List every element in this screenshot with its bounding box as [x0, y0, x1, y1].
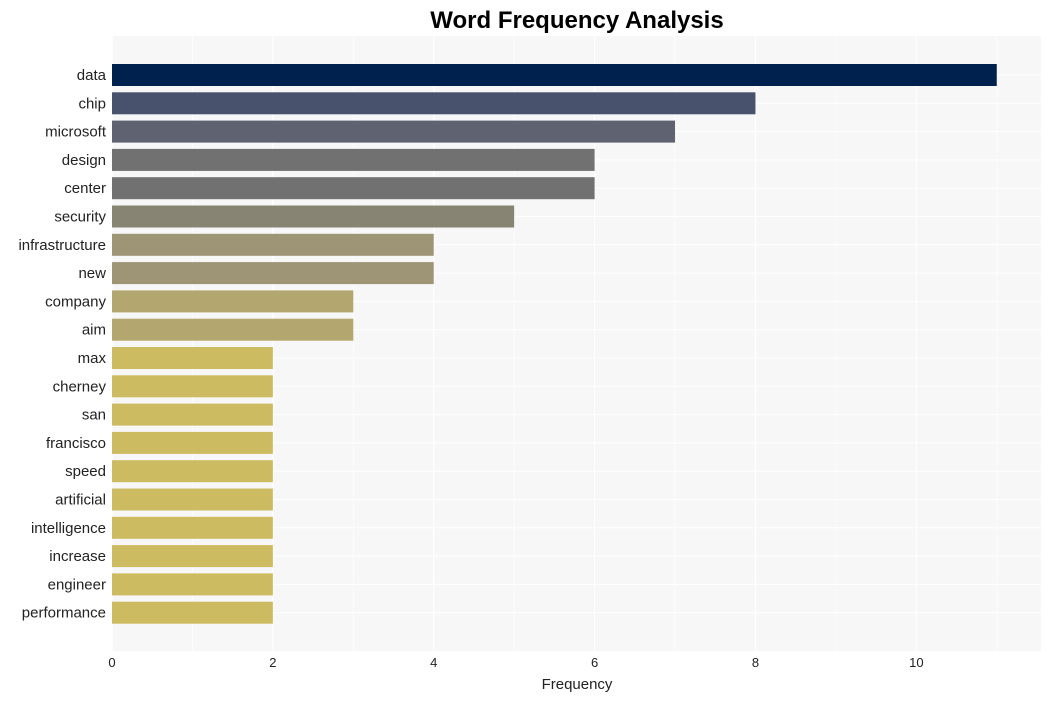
bar-microsoft: [112, 120, 676, 143]
y-tick-label: center: [64, 180, 106, 197]
bar-artificial: [112, 488, 273, 511]
y-tick-label: data: [77, 67, 107, 84]
y-tick-label: performance: [22, 605, 106, 622]
y-tick-label: company: [45, 293, 106, 310]
bar-center: [112, 177, 595, 200]
bar-increase: [112, 545, 273, 568]
y-tick-label: cherney: [53, 378, 107, 395]
bar-francisco: [112, 431, 273, 454]
bar-data: [112, 64, 997, 86]
bar-company: [112, 290, 354, 313]
bar-san: [112, 403, 273, 426]
y-tick-label: aim: [82, 322, 106, 339]
bar-max: [112, 347, 273, 369]
chart-title: Word Frequency Analysis: [430, 7, 723, 34]
x-tick-label: 8: [752, 655, 759, 670]
y-tick-label: san: [82, 407, 106, 424]
y-tick-label: security: [54, 209, 106, 226]
x-tick-label: 4: [430, 655, 437, 670]
bar-design: [112, 148, 595, 171]
y-tick-label: francisco: [46, 435, 106, 452]
y-tick-label: artificial: [55, 492, 106, 509]
y-tick-label: chip: [78, 95, 106, 112]
bar-security: [112, 205, 515, 228]
bar-speed: [112, 460, 273, 483]
x-axis-ticks: 0 2 4 6 8 10: [108, 655, 923, 670]
x-tick-label: 6: [591, 655, 598, 670]
y-tick-label: infrastructure: [18, 237, 106, 254]
bar-intelligence: [112, 516, 273, 539]
y-axis-labels: data chip microsoft design center security inf…: [18, 67, 106, 622]
y-tick-label: max: [78, 350, 107, 367]
y-tick-label: engineer: [48, 576, 106, 593]
bar-engineer: [112, 573, 273, 596]
y-tick-label: new: [78, 265, 106, 282]
bar-infrastructure: [112, 233, 434, 256]
y-tick-label: design: [62, 152, 106, 169]
x-tick-label: 2: [269, 655, 276, 670]
y-tick-label: intelligence: [31, 520, 106, 537]
bar-performance: [112, 601, 273, 624]
y-tick-label: microsoft: [45, 124, 107, 141]
x-axis-label: Frequency: [542, 676, 613, 693]
bar-cherney: [112, 375, 273, 398]
bar-new: [112, 262, 434, 285]
y-tick-label: increase: [49, 548, 106, 565]
x-tick-label: 10: [909, 655, 923, 670]
y-tick-label: speed: [65, 463, 106, 480]
x-tick-label: 0: [108, 655, 115, 670]
bar-aim: [112, 318, 354, 341]
word-frequency-chart: Word Frequency Analysis data chip microsof…: [18, 7, 1041, 693]
bar-chip: [112, 92, 756, 115]
